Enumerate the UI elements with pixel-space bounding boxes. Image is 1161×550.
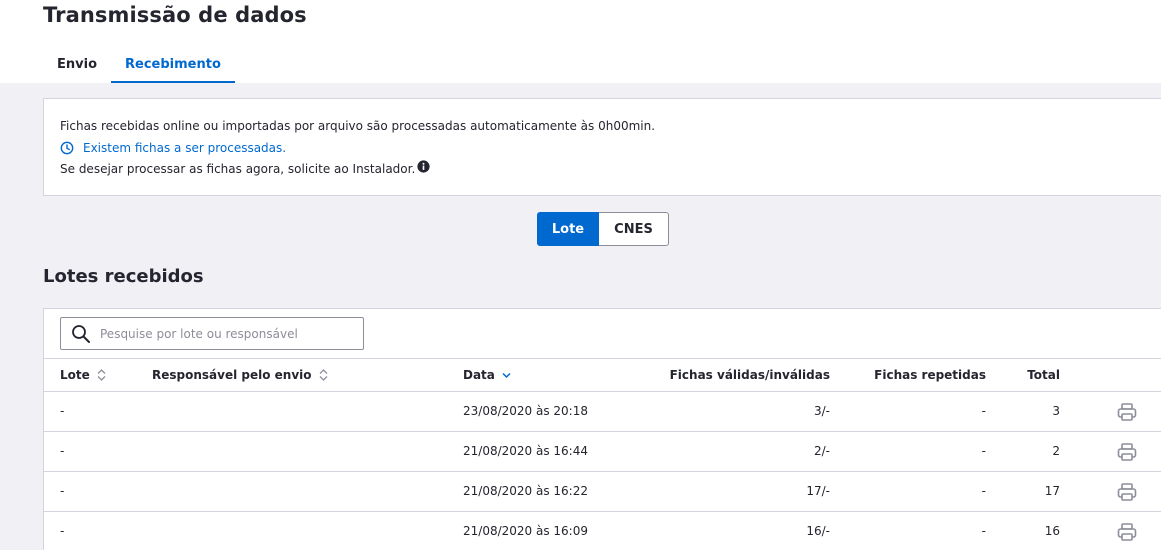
tab-bar: Envio Recebimento	[43, 48, 235, 83]
column-header-responsavel-label: Responsável pelo envio	[152, 368, 312, 382]
cell-data: 21/08/2020 às 16:09	[463, 524, 588, 538]
instalador-text: Se desejar processar as fichas agora, so…	[60, 162, 416, 176]
table-row: - 21/08/2020 às 16:44 2/- - 2	[44, 432, 1161, 472]
column-header-responsavel[interactable]: Responsável pelo envio	[152, 368, 329, 382]
cell-fichas: 16/-	[806, 524, 830, 538]
column-header-repetidas-label: Fichas repetidas	[874, 368, 986, 382]
printer-icon[interactable]	[1116, 481, 1138, 503]
tab-envio[interactable]: Envio	[43, 48, 111, 83]
cell-lote: -	[60, 404, 65, 418]
cell-data: 21/08/2020 às 16:44	[463, 444, 588, 458]
view-toggle: Lote CNES	[537, 212, 669, 246]
lotes-table-card: Lote Responsável pelo envio Data Fichas …	[43, 308, 1161, 550]
search-input[interactable]	[100, 326, 340, 341]
info-text-instalador: Se desejar processar as fichas agora, so…	[60, 159, 430, 176]
page-header: Transmissão de dados Envio Recebimento	[0, 0, 1161, 83]
column-header-fichas: Fichas válidas/inválidas	[644, 368, 830, 382]
cell-total: 16	[1044, 524, 1060, 538]
table-row: - 21/08/2020 às 16:22 17/- - 17	[44, 472, 1161, 512]
cell-lote: -	[60, 444, 65, 458]
search-icon	[72, 324, 90, 343]
column-header-lote-label: Lote	[60, 368, 90, 382]
cell-data: 21/08/2020 às 16:22	[463, 484, 588, 498]
cell-repetidas: -	[981, 404, 986, 418]
pending-notice-text: Existem fichas a ser processadas.	[83, 141, 287, 155]
cell-repetidas: -	[981, 444, 986, 458]
cell-lote: -	[60, 484, 65, 498]
printer-icon[interactable]	[1116, 401, 1138, 423]
cell-fichas: 3/-	[813, 404, 830, 418]
cell-data: 23/08/2020 às 20:18	[463, 404, 588, 418]
page-title: Transmissão de dados	[43, 3, 307, 27]
cell-fichas: 2/-	[813, 444, 830, 458]
column-header-repetidas: Fichas repetidas	[864, 368, 986, 382]
cell-repetidas: -	[981, 484, 986, 498]
column-header-total-label: Total	[1027, 368, 1060, 382]
toggle-lote-button[interactable]: Lote	[537, 212, 599, 246]
cell-repetidas: -	[981, 524, 986, 538]
printer-icon[interactable]	[1116, 441, 1138, 463]
table-row: - 23/08/2020 às 20:18 3/- - 3	[44, 392, 1161, 432]
section-title: Lotes recebidos	[43, 266, 204, 287]
info-text-schedule: Fichas recebidas online ou importadas po…	[60, 119, 656, 133]
tab-recebimento[interactable]: Recebimento	[111, 48, 235, 83]
info-icon[interactable]	[417, 159, 430, 173]
table-header: Lote Responsável pelo envio Data Fichas …	[44, 358, 1161, 392]
table-row: - 21/08/2020 às 16:09 16/- - 16	[44, 512, 1161, 550]
cell-fichas: 17/-	[806, 484, 830, 498]
cell-total: 3	[1052, 404, 1060, 418]
cell-total: 2	[1052, 444, 1060, 458]
search-box[interactable]	[60, 317, 364, 350]
sort-icon[interactable]	[318, 368, 329, 382]
column-header-data[interactable]: Data	[463, 368, 512, 382]
toggle-cnes-button[interactable]: CNES	[599, 212, 669, 246]
cell-total: 17	[1044, 484, 1060, 498]
sort-down-icon[interactable]	[501, 368, 512, 382]
cell-lote: -	[60, 524, 65, 538]
column-header-total: Total	[1014, 368, 1060, 382]
column-header-fichas-label: Fichas válidas/inválidas	[669, 368, 830, 382]
clock-icon	[60, 141, 74, 155]
column-header-data-label: Data	[463, 368, 495, 382]
sort-icon[interactable]	[96, 368, 107, 382]
column-header-lote[interactable]: Lote	[60, 368, 107, 382]
info-panel: Fichas recebidas online ou importadas po…	[43, 98, 1161, 196]
pending-notice: Existem fichas a ser processadas.	[60, 141, 286, 155]
printer-icon[interactable]	[1116, 521, 1138, 543]
